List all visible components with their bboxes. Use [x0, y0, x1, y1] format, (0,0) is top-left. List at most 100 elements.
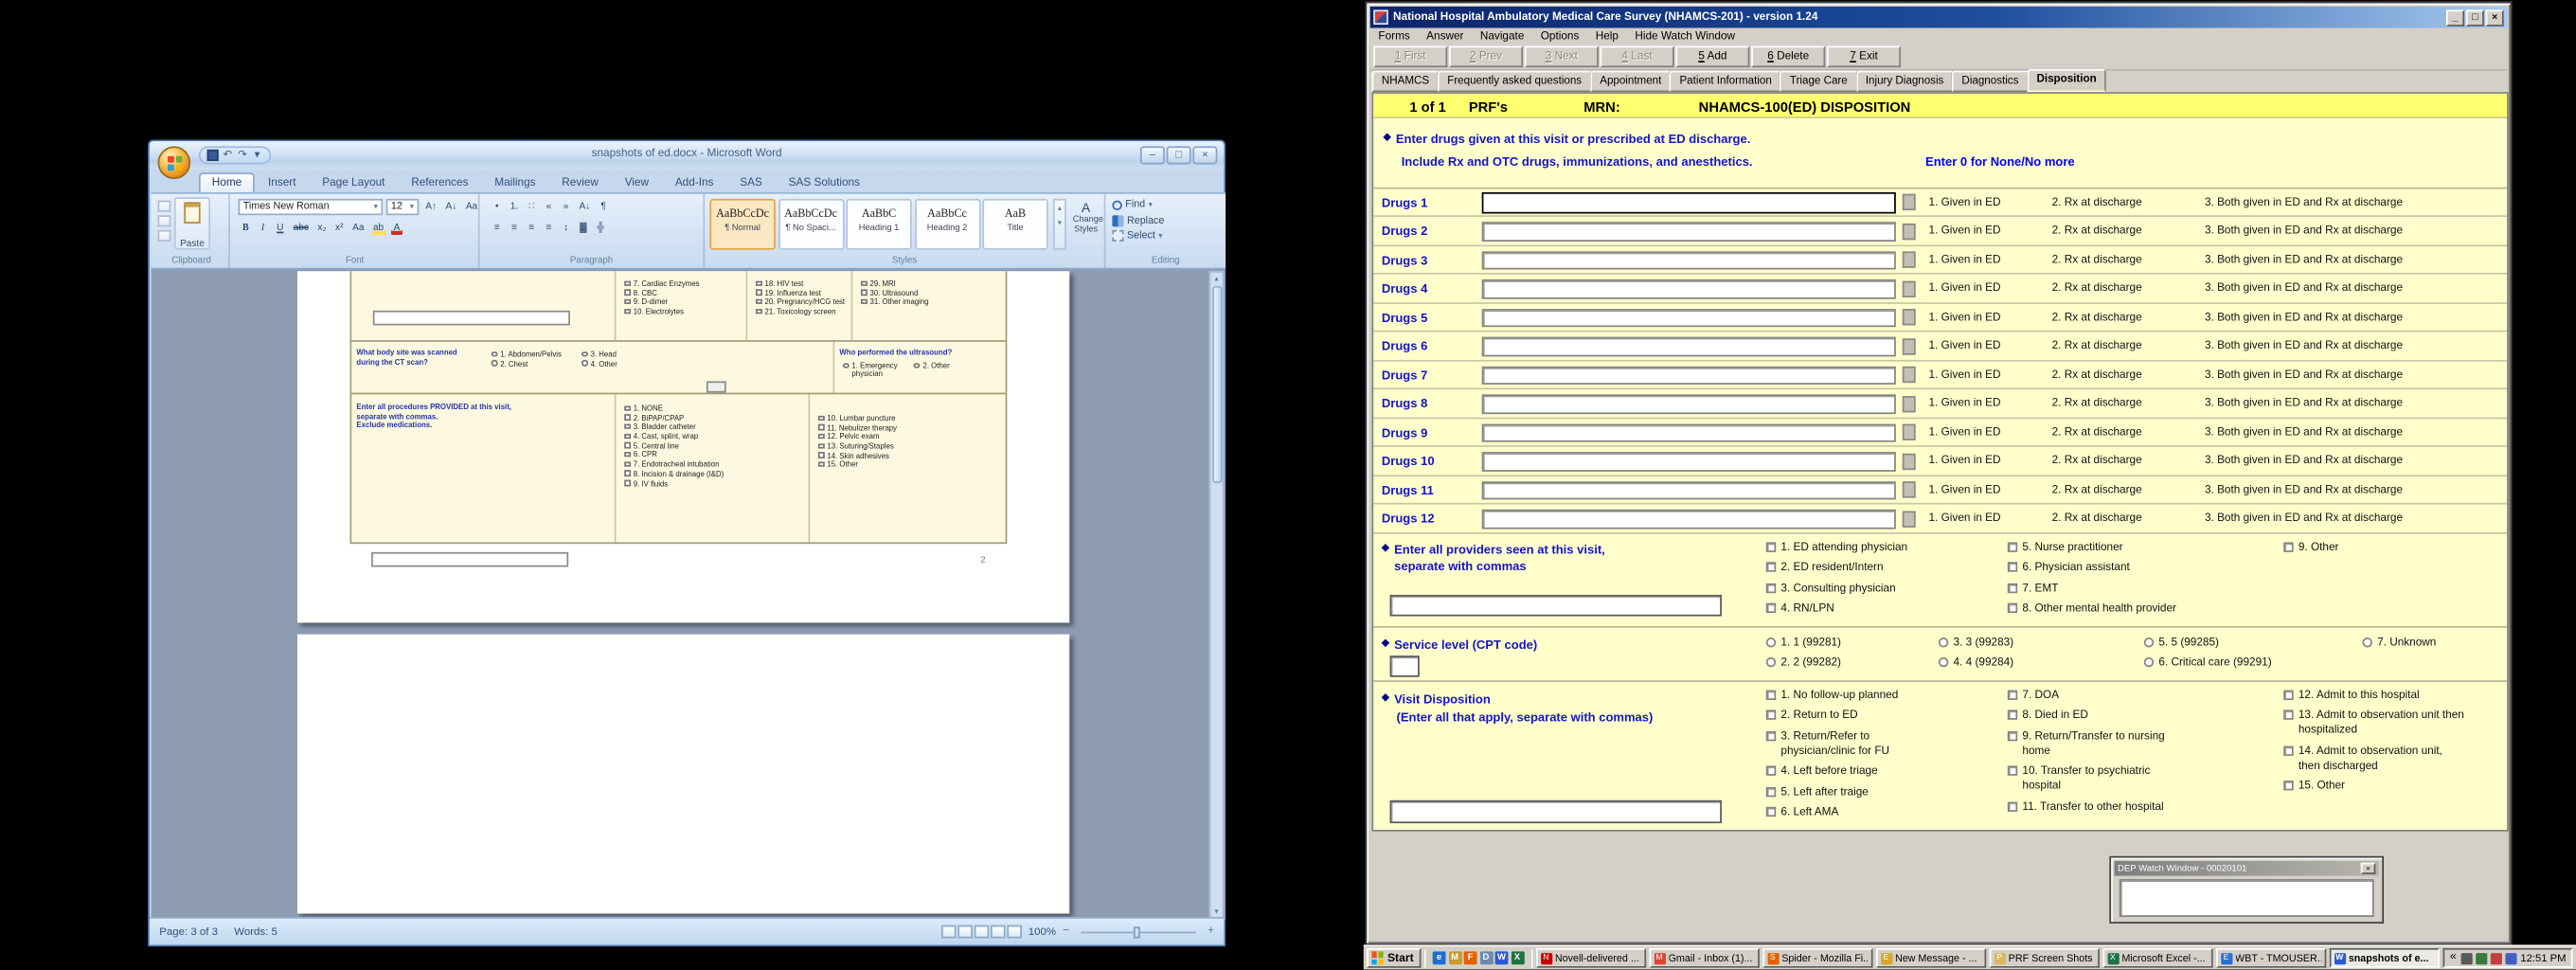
tab-diagnostics[interactable]: Diagnostics: [1952, 71, 2029, 92]
toolbar-button-5-add[interactable]: 5 Add: [1675, 46, 1749, 67]
option-3-3-99283[interactable]: 3. 3 (99283): [1939, 635, 2102, 650]
toolbar-button-4-last[interactable]: 4 Last: [1601, 46, 1674, 67]
tab-disposition[interactable]: Disposition: [2027, 69, 2106, 91]
close-button[interactable]: ×: [2486, 9, 2504, 26]
ribbon-tab-review[interactable]: Review: [548, 171, 611, 192]
drugs-3-input[interactable]: [1482, 251, 1896, 270]
drugs-12-input[interactable]: [1482, 510, 1896, 529]
underline-button[interactable]: U: [273, 220, 288, 236]
full-screen-reading-view-button[interactable]: [957, 925, 973, 939]
option-2-ed-resident-intern[interactable]: 2. ED resident/Intern: [1766, 561, 2005, 576]
option-15-other[interactable]: 15. Other: [2283, 780, 2507, 795]
find-button[interactable]: Find▾: [1112, 199, 1164, 210]
word-titlebar[interactable]: snapshots of ed.docx - Microsoft Word: [150, 141, 1224, 169]
excel-icon[interactable]: X: [1511, 952, 1524, 965]
zoom-slider-thumb[interactable]: [1134, 925, 1140, 937]
justify-button[interactable]: ≡: [542, 220, 557, 236]
toolbar-button-1-first[interactable]: 1 First: [1373, 46, 1447, 67]
web-layout-view-button[interactable]: [975, 925, 990, 939]
tab-frequently-asked-questions[interactable]: Frequently asked questions: [1438, 71, 1592, 92]
bold-button[interactable]: B: [239, 220, 254, 236]
service-level-input[interactable]: [1390, 655, 1420, 676]
borders-button[interactable]: ╬: [593, 220, 608, 236]
taskbar-button-new-message[interactable]: ENew Message - ...: [1875, 948, 1985, 968]
superscript-button[interactable]: x²: [331, 220, 347, 236]
visit-disposition-input[interactable]: [1390, 799, 1722, 822]
line-spacing-button[interactable]: ↕: [559, 220, 574, 236]
bullets-button[interactable]: •: [490, 199, 505, 215]
toolbar-button-3-next[interactable]: 3 Next: [1525, 46, 1599, 67]
maximize-button[interactable]: □: [1167, 146, 1191, 164]
word-count[interactable]: Words: 5: [234, 925, 277, 937]
option-5-nurse-practitioner[interactable]: 5. Nurse practitioner: [2008, 540, 2279, 555]
option-6-left-ama[interactable]: 6. Left AMA: [1766, 806, 2005, 821]
sort-button[interactable]: A↓: [576, 199, 594, 215]
option-3-return-refer-to[interactable]: 3. Return/Refer to physician/clinic for …: [1766, 729, 2005, 759]
tab-triage-care[interactable]: Triage Care: [1780, 71, 1858, 92]
numbering-button[interactable]: 1.: [507, 199, 522, 215]
text-highlight-button[interactable]: ab: [369, 220, 386, 236]
styles-gallery-scrollbar[interactable]: ▴▾: [1053, 199, 1066, 250]
word-icon[interactable]: W: [1495, 952, 1509, 965]
style-no-spaci[interactable]: AaBbCcDc¶ No Spaci...: [778, 199, 843, 250]
option-12-admit-to-this-hospital[interactable]: 12. Admit to this hospital: [2283, 688, 2507, 703]
font-color-button[interactable]: A: [389, 220, 404, 236]
option-11-transfer-to-other-hospital[interactable]: 11. Transfer to other hospital: [2008, 800, 2274, 816]
minimize-button[interactable]: _: [2446, 9, 2464, 26]
select-button[interactable]: Select▾: [1112, 230, 1164, 242]
close-button[interactable]: ×: [1192, 146, 1217, 164]
option-1-1-99281[interactable]: 1. 1 (99281): [1766, 635, 1930, 650]
print-layout-view-button[interactable]: [941, 925, 957, 939]
document-scrollbar[interactable]: ▴ ▾: [1209, 271, 1225, 918]
watch-window-titlebar[interactable]: DEP Watch Window - 00020101 ×: [2115, 861, 2379, 876]
format-painter-button[interactable]: [158, 230, 171, 242]
tray-expand-icon[interactable]: «: [2450, 950, 2457, 966]
option-13-admit-to-observation-unit-then[interactable]: 13. Admit to observation unit then hospi…: [2283, 709, 2507, 738]
ribbon-tab-home[interactable]: Home: [199, 171, 255, 192]
taskbar-button-snapshots-of-e[interactable]: Wsnapshots of e...: [2329, 948, 2439, 968]
option-3-consulting-physician[interactable]: 3. Consulting physician: [1766, 582, 2005, 597]
style-heading-1[interactable]: AaBbCHeading 1: [846, 199, 911, 250]
shield-icon[interactable]: [2490, 953, 2501, 964]
clear-formatting-button[interactable]: Aa: [462, 199, 480, 215]
page-indicator[interactable]: Page: 3 of 3: [159, 925, 218, 937]
zoom-slider[interactable]: [1081, 931, 1195, 933]
ribbon-tab-sas-solutions[interactable]: SAS Solutions: [776, 171, 873, 192]
drugs-10-input[interactable]: [1482, 452, 1896, 471]
menu-hide-watch-window[interactable]: Hide Watch Window: [1627, 30, 1744, 42]
option-9-other[interactable]: 9. Other: [2283, 540, 2497, 555]
shading-button[interactable]: ▓: [576, 220, 591, 236]
menu-options[interactable]: Options: [1532, 30, 1587, 42]
menu-answer[interactable]: Answer: [1418, 30, 1472, 42]
drugs-8-input[interactable]: [1482, 394, 1896, 413]
ribbon-tab-references[interactable]: References: [398, 171, 481, 192]
align-left-button[interactable]: ≡: [490, 220, 505, 236]
tab-patient-information[interactable]: Patient Information: [1670, 71, 1781, 92]
document-page-1[interactable]: 7. Cardiac Enzymes8. CBC9. D-dimer10. El…: [297, 271, 1069, 622]
cut-button[interactable]: [158, 201, 171, 212]
toolbar-button-2-prev[interactable]: 2 Prev: [1449, 46, 1523, 67]
scroll-down-icon[interactable]: ▾: [1210, 906, 1222, 917]
nhamcs-titlebar[interactable]: National Hospital Ambulatory Medical Car…: [1370, 7, 2507, 28]
style-heading-2[interactable]: AaBbCcHeading 2: [914, 199, 979, 250]
option-6-physician-assistant[interactable]: 6. Physician assistant: [2008, 561, 2279, 576]
option-6-critical-care-99291[interactable]: 6. Critical care (99291): [2144, 656, 2350, 671]
zoom-level[interactable]: 100%: [1029, 925, 1056, 937]
ribbon-tab-page-layout[interactable]: Page Layout: [309, 171, 398, 192]
italic-button[interactable]: I: [256, 220, 271, 236]
drugs-7-input[interactable]: [1482, 366, 1896, 385]
volume-icon[interactable]: [2460, 953, 2472, 964]
drugs-1-input[interactable]: [1482, 191, 1896, 213]
display-icon[interactable]: [2505, 953, 2516, 964]
taskbar-button-microsoft-excel[interactable]: XMicrosoft Excel -...: [2102, 948, 2212, 968]
option-9-return-transfer-to-nursing[interactable]: 9. Return/Transfer to nursing home: [2008, 729, 2274, 759]
option-7-emt[interactable]: 7. EMT: [2008, 582, 2279, 597]
option-2-return-to-ed[interactable]: 2. Return to ED: [1766, 709, 2005, 724]
option-7-unknown[interactable]: 7. Unknown: [2362, 635, 2501, 650]
option-8-died-in-ed[interactable]: 8. Died in ED: [2008, 709, 2274, 724]
drugs-4-input[interactable]: [1482, 279, 1896, 298]
option-4-rn-lpn[interactable]: 4. RN/LPN: [1766, 602, 2005, 617]
ribbon-tab-insert[interactable]: Insert: [255, 171, 309, 192]
font-size-combo[interactable]: 12▾: [386, 199, 420, 214]
option-10-transfer-to-psychiatric[interactable]: 10. Transfer to psychiatric hospital: [2008, 764, 2274, 794]
